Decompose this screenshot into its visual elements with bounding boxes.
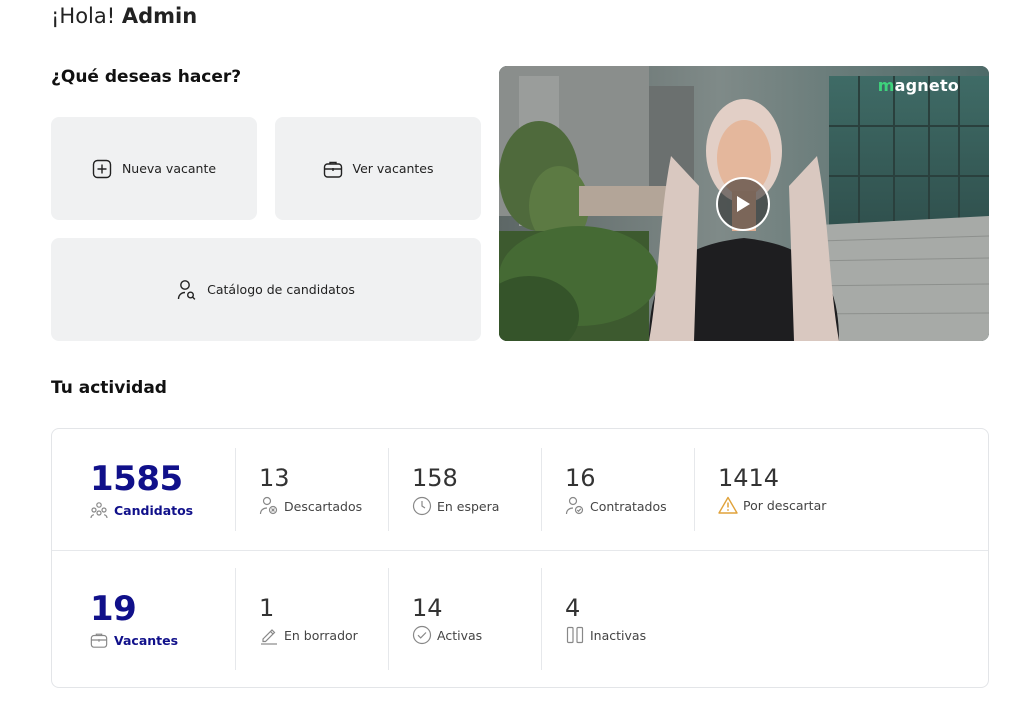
- briefcase-icon: [90, 633, 108, 648]
- discarded-label: Descartados: [284, 498, 363, 514]
- candidates-total-link[interactable]: Candidatos: [90, 501, 193, 519]
- waiting-stat[interactable]: En espera: [412, 496, 499, 516]
- active-label: Activas: [437, 627, 483, 643]
- hired-count: 16: [565, 464, 596, 492]
- discarded-count: 13: [259, 464, 290, 492]
- user-name: Admin: [121, 4, 198, 28]
- hired-label: Contratados: [590, 498, 667, 514]
- warning-icon: [718, 496, 738, 514]
- to-discard-label: Por descartar: [743, 497, 827, 513]
- activity-panel: 1585 Candidatos 13 Descartados 158 En es…: [51, 428, 989, 688]
- draft-count: 1: [259, 594, 275, 622]
- column-divider: [235, 568, 236, 670]
- hired-stat[interactable]: Contratados: [565, 496, 667, 516]
- user-check-icon: [565, 496, 584, 515]
- inactive-count: 4: [565, 594, 581, 622]
- candidates-total: 1585: [90, 459, 183, 499]
- intro-video[interactable]: magneto: [499, 66, 989, 341]
- greeting-prefix: ¡Hola!: [51, 4, 116, 28]
- brand-logo-initial: m: [877, 76, 895, 95]
- play-icon: [737, 196, 750, 212]
- candidates-total-label: Candidatos: [114, 502, 194, 518]
- brand-logo: magneto: [878, 76, 959, 95]
- waiting-label: En espera: [437, 498, 500, 514]
- pencil-icon: [261, 629, 277, 645]
- vacancies-total-label: Vacantes: [114, 632, 179, 648]
- view-vacancies-button[interactable]: Ver vacantes: [275, 117, 481, 220]
- vacancies-total-link[interactable]: Vacantes: [90, 631, 178, 649]
- draft-label: En borrador: [284, 627, 358, 643]
- column-divider: [388, 448, 389, 531]
- waiting-count: 158: [412, 464, 458, 492]
- candidate-catalog-button[interactable]: Catálogo de candidatos: [51, 238, 481, 341]
- new-vacancy-button[interactable]: Nueva vacante: [51, 117, 257, 220]
- draft-stat[interactable]: En borrador: [259, 625, 358, 645]
- active-count: 14: [412, 594, 443, 622]
- column-divider: [694, 448, 695, 531]
- brand-logo-rest: agneto: [894, 76, 959, 95]
- clock-icon: [412, 496, 432, 516]
- candidate-catalog-label: Catálogo de candidatos: [207, 282, 355, 297]
- briefcase-icon: [323, 161, 342, 178]
- user-search-icon: [177, 279, 196, 300]
- inactive-stat[interactable]: Inactivas: [565, 625, 646, 645]
- vacancies-total: 19: [90, 589, 137, 629]
- activity-title: Tu actividad: [51, 378, 167, 398]
- pause-icon: [566, 626, 584, 644]
- people-group-icon: [90, 502, 108, 519]
- to-discard-stat[interactable]: Por descartar: [718, 496, 826, 514]
- greeting: ¡Hola! Admin: [51, 4, 197, 28]
- discarded-stat[interactable]: Descartados: [259, 496, 362, 516]
- view-vacancies-label: Ver vacantes: [352, 161, 434, 176]
- row-divider: [52, 550, 988, 551]
- play-button[interactable]: [716, 177, 770, 231]
- user-x-icon: [259, 496, 278, 515]
- column-divider: [235, 448, 236, 531]
- column-divider: [541, 568, 542, 670]
- column-divider: [541, 448, 542, 531]
- plus-square-icon: [92, 159, 112, 178]
- active-stat[interactable]: Activas: [412, 625, 482, 645]
- column-divider: [388, 568, 389, 670]
- new-vacancy-label: Nueva vacante: [121, 161, 217, 176]
- inactive-label: Inactivas: [590, 627, 647, 643]
- to-discard-count: 1414: [718, 464, 780, 492]
- actions-title: ¿Qué deseas hacer?: [51, 67, 242, 87]
- check-circle-icon: [412, 625, 432, 645]
